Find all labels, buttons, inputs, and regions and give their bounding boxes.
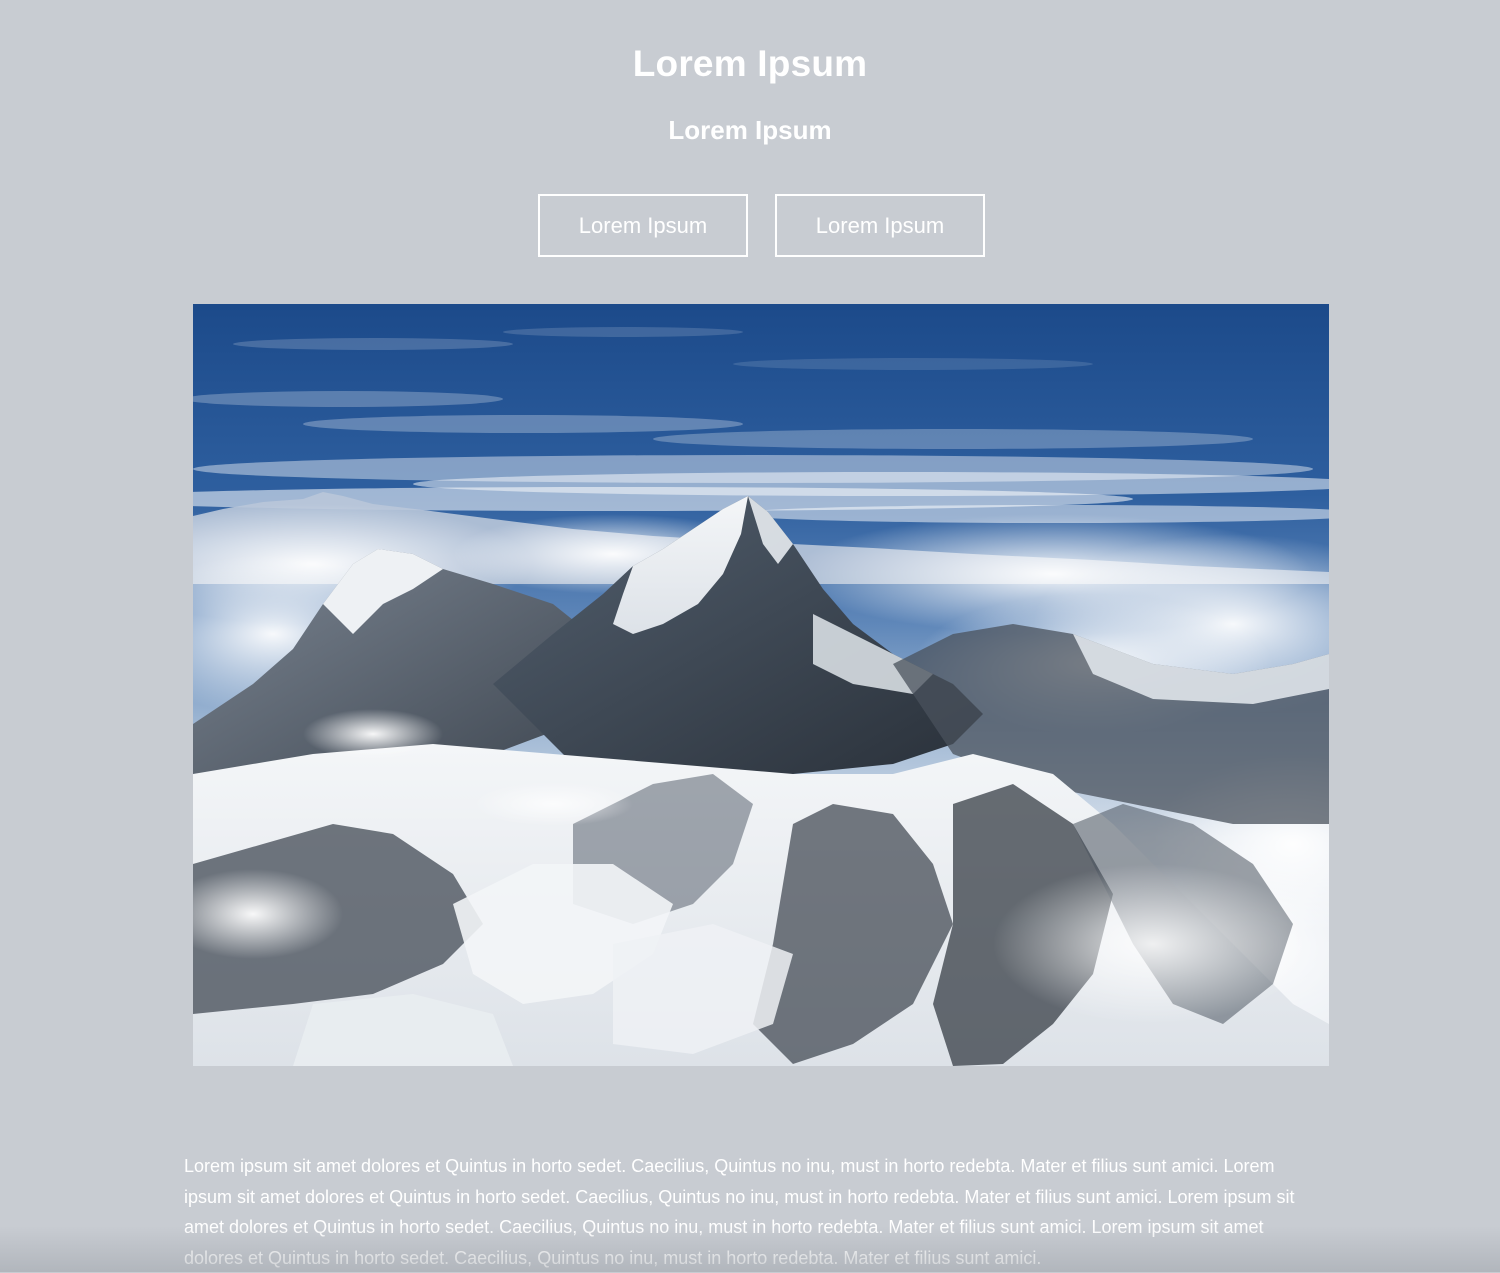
page-subtitle: Lorem Ipsum [668,115,832,145]
hero-image [193,304,1329,1066]
mountain-landscape-image [193,304,1329,1066]
landing-page: Lorem Ipsum Lorem Ipsum Lorem Ipsum Lore… [0,0,1500,1272]
body-paragraph: Lorem ipsum sit amet dolores et Quintus … [184,1156,1295,1268]
primary-button[interactable]: Lorem Ipsum [538,194,748,257]
page-title: Lorem Ipsum [632,43,868,84]
secondary-button[interactable]: Lorem Ipsum [775,194,985,257]
